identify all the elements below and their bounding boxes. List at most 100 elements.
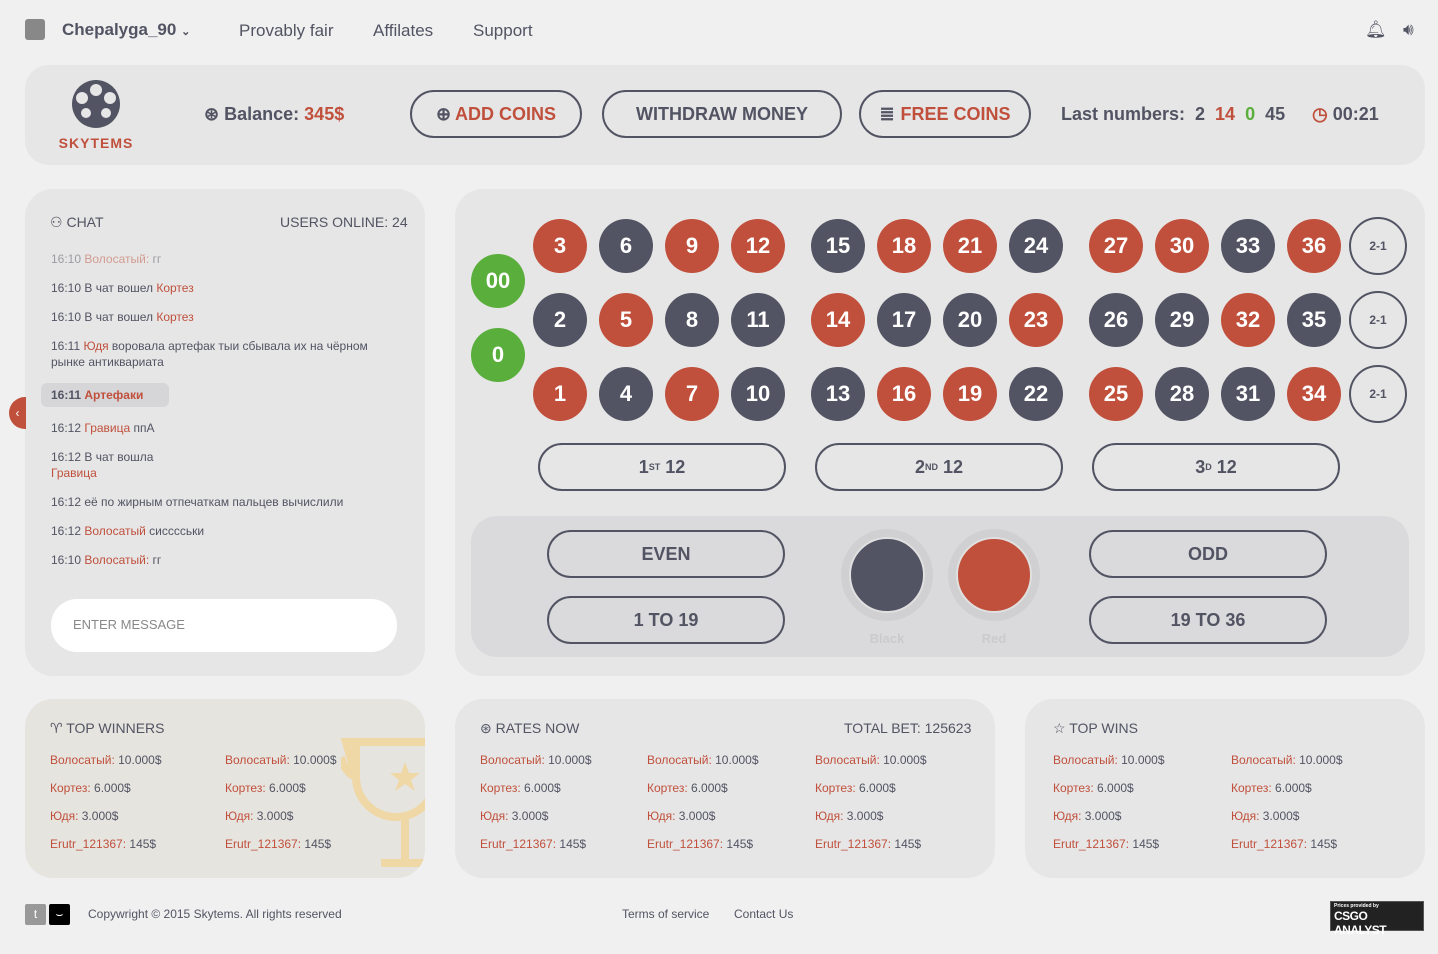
user-menu[interactable]: Chepalyga_90 ⌄ xyxy=(62,20,190,40)
low-button[interactable]: 1 TO 19 xyxy=(547,596,785,644)
number-30[interactable]: 30 xyxy=(1155,219,1209,273)
player-name[interactable]: Erutr_121367: xyxy=(225,837,301,851)
logo[interactable]: SKYTEMS xyxy=(48,80,144,151)
player-name[interactable]: Erutr_121367: xyxy=(815,837,891,851)
player-name[interactable]: Волосатый: xyxy=(225,753,290,767)
steam-icon[interactable]: ⌣ xyxy=(49,904,70,925)
number-3[interactable]: 3 xyxy=(533,219,587,273)
number-7[interactable]: 7 xyxy=(665,367,719,421)
chat-username[interactable]: Волосатый: xyxy=(84,553,149,567)
number-16[interactable]: 16 xyxy=(877,367,931,421)
number-33[interactable]: 33 xyxy=(1221,219,1275,273)
player-name[interactable]: Волосатый: xyxy=(1231,753,1296,767)
number-29[interactable]: 29 xyxy=(1155,293,1209,347)
player-name[interactable]: Юдя: xyxy=(225,809,253,823)
player-name[interactable]: Кортез: xyxy=(225,781,266,795)
player-name[interactable]: Erutr_121367: xyxy=(1231,837,1307,851)
chat-messages[interactable]: 16:10 Волосатый: гг 16:10 В чат вошел Кор… xyxy=(41,251,391,581)
player-name[interactable]: Юдя: xyxy=(647,809,675,823)
number-15[interactable]: 15 xyxy=(811,219,865,273)
player-name[interactable]: Erutr_121367: xyxy=(480,837,556,851)
player-name[interactable]: Волосатый: xyxy=(480,753,545,767)
player-name[interactable]: Erutr_121367: xyxy=(50,837,126,851)
chat-username[interactable]: Волосатый: xyxy=(84,252,149,266)
column-bet-button[interactable]: 2-1 xyxy=(1349,365,1407,423)
red-bet-button[interactable] xyxy=(948,529,1040,621)
chat-username[interactable]: Волосатый xyxy=(84,524,145,538)
column-bet-button[interactable]: 2-1 xyxy=(1349,291,1407,349)
avatar[interactable] xyxy=(25,19,45,40)
player-name[interactable]: Кортез: xyxy=(815,781,856,795)
number-36[interactable]: 36 xyxy=(1287,219,1341,273)
player-name[interactable]: Кортез: xyxy=(480,781,521,795)
csgo-analyst-badge[interactable]: Prices provided by CSGO ANALYST xyxy=(1330,901,1424,937)
number-19[interactable]: 19 xyxy=(943,367,997,421)
chat-username[interactable]: Кортез xyxy=(156,310,193,324)
number-00[interactable]: 00 xyxy=(471,254,525,308)
number-35[interactable]: 35 xyxy=(1287,293,1341,347)
player-name[interactable]: Волосатый: xyxy=(647,753,712,767)
number-13[interactable]: 13 xyxy=(811,367,865,421)
number-5[interactable]: 5 xyxy=(599,293,653,347)
number-24[interactable]: 24 xyxy=(1009,219,1063,273)
collapse-chat-button[interactable]: ‹ xyxy=(9,397,26,429)
number-6[interactable]: 6 xyxy=(599,219,653,273)
number-1[interactable]: 1 xyxy=(533,367,587,421)
chat-username[interactable]: Артефаки xyxy=(84,388,143,402)
number-9[interactable]: 9 xyxy=(665,219,719,273)
player-name[interactable]: Кортез: xyxy=(1231,781,1272,795)
number-34[interactable]: 34 xyxy=(1287,367,1341,421)
dozen-3-button[interactable]: 3D 12 xyxy=(1092,443,1340,491)
dozen-1-button[interactable]: 1 ST 12 xyxy=(538,443,786,491)
chat-username[interactable]: Гравица xyxy=(84,421,130,435)
number-28[interactable]: 28 xyxy=(1155,367,1209,421)
number-4[interactable]: 4 xyxy=(599,367,653,421)
chat-username[interactable]: Юдя xyxy=(83,339,108,353)
number-10[interactable]: 10 xyxy=(731,367,785,421)
message-input[interactable]: ENTER MESSAGE xyxy=(51,599,397,652)
black-bet-button[interactable] xyxy=(841,529,933,621)
player-name[interactable]: Кортез: xyxy=(647,781,688,795)
terms-link[interactable]: Terms of service xyxy=(622,907,709,921)
number-25[interactable]: 25 xyxy=(1089,367,1143,421)
number-31[interactable]: 31 xyxy=(1221,367,1275,421)
volume-icon[interactable]: 🔊︎ xyxy=(1403,20,1414,40)
contact-link[interactable]: Contact Us xyxy=(734,907,793,921)
withdraw-money-button[interactable]: WITHDRAW MONEY xyxy=(602,90,842,138)
high-button[interactable]: 19 TO 36 xyxy=(1089,596,1327,644)
player-name[interactable]: Волосатый: xyxy=(1053,753,1118,767)
bell-icon[interactable]: 🔔︎ xyxy=(1365,20,1387,40)
add-coins-button[interactable]: ⊕ ADD COINS xyxy=(410,90,582,138)
free-coins-button[interactable]: ≣ FREE COINS xyxy=(859,90,1031,138)
nav-affilates[interactable]: Affilates xyxy=(373,21,433,41)
number-0[interactable]: 0 xyxy=(471,328,525,382)
number-26[interactable]: 26 xyxy=(1089,293,1143,347)
number-22[interactable]: 22 xyxy=(1009,367,1063,421)
number-21[interactable]: 21 xyxy=(943,219,997,273)
number-23[interactable]: 23 xyxy=(1009,293,1063,347)
number-11[interactable]: 11 xyxy=(731,293,785,347)
dozen-2-button[interactable]: 2 ND 12 xyxy=(815,443,1063,491)
nav-support[interactable]: Support xyxy=(473,21,533,41)
odd-button[interactable]: ODD xyxy=(1089,530,1327,578)
number-14[interactable]: 14 xyxy=(811,293,865,347)
even-button[interactable]: EVEN xyxy=(547,530,785,578)
player-name[interactable]: Юдя: xyxy=(815,809,843,823)
player-name[interactable]: Юдя: xyxy=(1231,809,1259,823)
number-20[interactable]: 20 xyxy=(943,293,997,347)
chat-username[interactable]: Гравица xyxy=(51,466,97,480)
player-name[interactable]: Erutr_121367: xyxy=(647,837,723,851)
player-name[interactable]: Кортез: xyxy=(50,781,91,795)
twitter-icon[interactable]: t xyxy=(25,904,46,925)
player-name[interactable]: Волосатый: xyxy=(815,753,880,767)
player-name[interactable]: Волосатый: xyxy=(50,753,115,767)
number-17[interactable]: 17 xyxy=(877,293,931,347)
player-name[interactable]: Юдя: xyxy=(1053,809,1081,823)
number-2[interactable]: 2 xyxy=(533,293,587,347)
number-18[interactable]: 18 xyxy=(877,219,931,273)
player-name[interactable]: Кортез: xyxy=(1053,781,1094,795)
number-27[interactable]: 27 xyxy=(1089,219,1143,273)
column-bet-button[interactable]: 2-1 xyxy=(1349,217,1407,275)
number-32[interactable]: 32 xyxy=(1221,293,1275,347)
nav-provably-fair[interactable]: Provably fair xyxy=(239,21,333,41)
